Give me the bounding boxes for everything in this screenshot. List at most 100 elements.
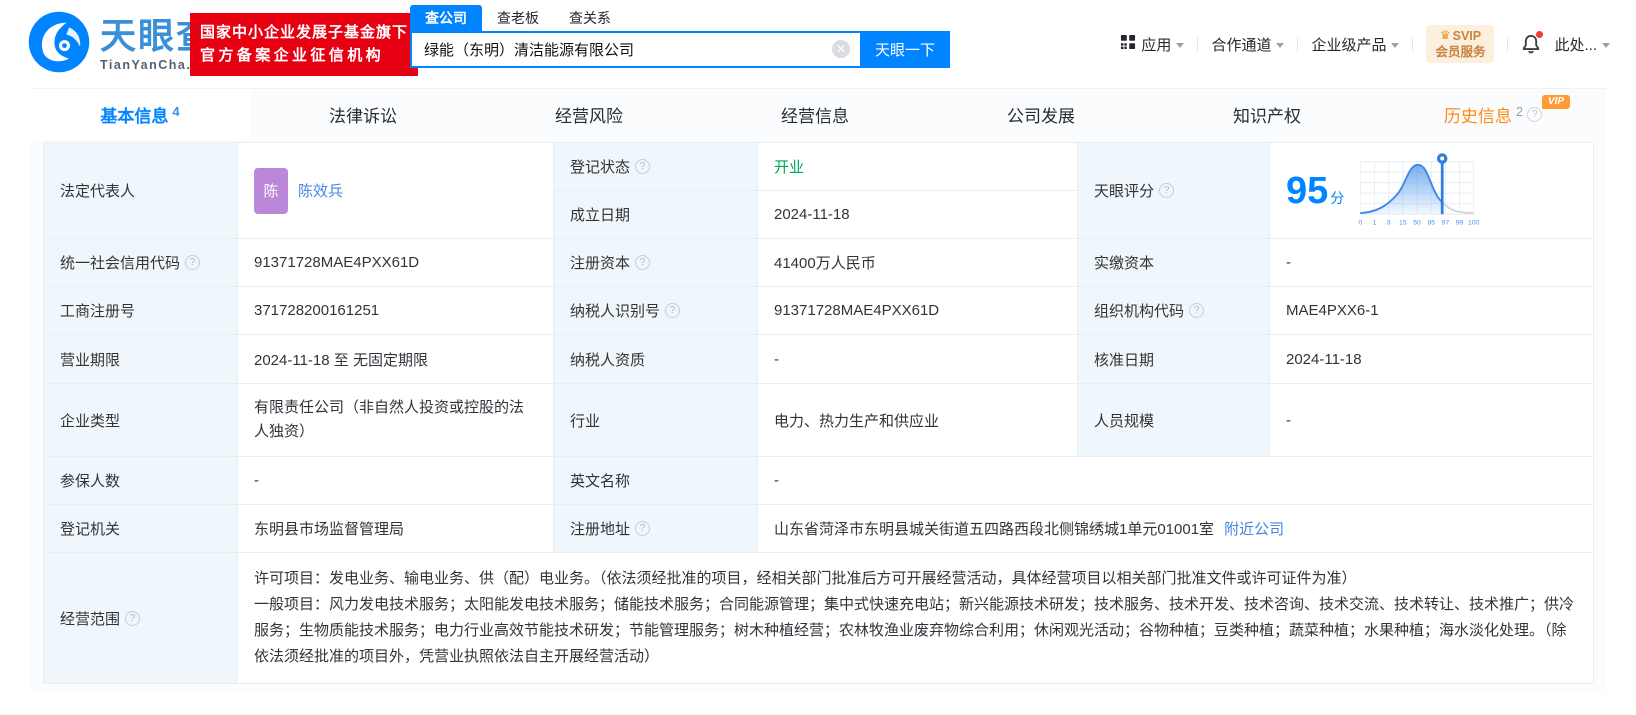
nav-user-menu[interactable]: 此处... — [1554, 34, 1610, 55]
help-icon[interactable] — [635, 521, 651, 536]
search-tab-boss[interactable]: 查老板 — [482, 5, 554, 31]
help-icon[interactable] — [1527, 107, 1543, 122]
tab-intellectual-property[interactable]: 知识产权 — [1154, 89, 1380, 140]
tab-label: 历史信息 — [1443, 107, 1512, 126]
tab-count: 4 — [172, 104, 180, 119]
field-value-taxpayer-quali: - — [758, 335, 1078, 384]
help-icon[interactable] — [635, 159, 651, 174]
tab-basic-info[interactable]: 基本信息 4 — [30, 89, 250, 140]
tab-label: 经营风险 — [555, 107, 623, 126]
label-text: 行业 — [570, 412, 601, 430]
field-value-score: 95 分 0 1 3 15 50 85 97 99 100 — [1270, 143, 1594, 239]
clear-search-icon[interactable]: ✕ — [832, 40, 850, 58]
tab-label: 公司发展 — [1007, 107, 1075, 126]
field-value-est-date: 2024-11-18 — [758, 191, 1078, 239]
nav-partner-channel[interactable]: 合作通道 — [1211, 34, 1285, 55]
help-icon[interactable] — [1159, 183, 1175, 198]
tab-company-development[interactable]: 公司发展 — [928, 89, 1154, 140]
field-label-company-type: 企业类型 — [44, 384, 238, 457]
field-label-legal-rep: 法定代表人 — [44, 143, 238, 239]
label-text: 注册资本 — [570, 255, 631, 272]
label-text: 实缴资本 — [1094, 255, 1155, 272]
top-header: 天眼查 TianYanCha.com 国家中小企业发展子基金旗下 官方备案企业征… — [0, 0, 1636, 88]
field-value-reg-capital: 41400万人民币 — [758, 239, 1078, 287]
label-text: 企业类型 — [60, 412, 121, 430]
label-text: 注册地址 — [570, 521, 631, 538]
label-text: 核准日期 — [1094, 351, 1155, 369]
scope-text: 许可项目：发电业务、输电业务、供（配）电业务。（依法须经批准的项目，经相关部门批… — [254, 570, 1575, 665]
tab-business-risk[interactable]: 经营风险 — [476, 89, 702, 140]
svip-service-label: 会员服务 — [1435, 45, 1486, 59]
label-text: 统一社会信用代码 — [60, 255, 181, 272]
nav-apps[interactable]: 应用 — [1120, 34, 1185, 55]
help-icon[interactable] — [635, 255, 651, 270]
search-button[interactable]: 天眼一下 — [860, 31, 950, 68]
section-tabbar: 基本信息 4 法律诉讼 经营风险 经营信息 公司发展 知识产权 VIP 历史信息… — [30, 88, 1606, 140]
value-text: - — [254, 472, 259, 489]
svg-text:85: 85 — [1428, 219, 1436, 226]
svg-text:0: 0 — [1359, 219, 1363, 226]
field-value-legal-rep: 陈 陈效兵 — [238, 143, 554, 239]
nav-enterprise-label: 企业级产品 — [1311, 36, 1387, 54]
value-text: 有限责任公司（非自然人投资或控股的法人独资） — [254, 399, 525, 440]
label-text: 天眼评分 — [1094, 183, 1155, 200]
legal-rep-link[interactable]: 陈效兵 — [298, 180, 343, 201]
field-value-credit-code: 91371728MAE4PXX61D — [238, 239, 554, 287]
field-label-english-name: 英文名称 — [554, 457, 758, 505]
help-icon[interactable] — [185, 255, 201, 270]
score-distribution-chart: 0 1 3 15 50 85 97 99 100 — [1354, 149, 1480, 233]
search-tab-company[interactable]: 查公司 — [410, 5, 482, 31]
value-text: 371728200161251 — [254, 302, 380, 319]
notification-dot — [1536, 30, 1544, 38]
search-input[interactable] — [410, 31, 860, 68]
svg-text:1: 1 — [1373, 219, 1377, 226]
search-tab-relation[interactable]: 查关系 — [554, 5, 626, 31]
field-value-taxpayer-id: 91371728MAE4PXX61D — [758, 287, 1078, 335]
field-label-org-code: 组织机构代码 — [1078, 287, 1270, 335]
value-text: 2024-11-18 至 无固定期限 — [254, 351, 428, 369]
status-badge: 开业 — [774, 159, 805, 176]
tab-label: 法律诉讼 — [329, 107, 397, 126]
nav-apps-label: 应用 — [1141, 36, 1172, 54]
field-value-business-term: 2024-11-18 至 无固定期限 — [238, 335, 554, 384]
label-text: 参保人数 — [60, 473, 121, 490]
divider — [1297, 36, 1299, 52]
field-label-insured-count: 参保人数 — [44, 457, 238, 505]
tab-legal-proceedings[interactable]: 法律诉讼 — [250, 89, 476, 140]
divider — [1507, 36, 1509, 52]
legal-rep-avatar[interactable]: 陈 — [254, 167, 288, 214]
field-value-registry: 东明县市场监督管理局 — [238, 505, 554, 553]
tab-business-info[interactable]: 经营信息 — [702, 89, 928, 140]
value-text: 41400万人民币 — [774, 255, 876, 272]
field-value-staff-size: - — [1270, 384, 1594, 457]
tab-history-info[interactable]: VIP 历史信息 2 — [1380, 89, 1606, 140]
svip-member-badge[interactable]: ♛ SVIP 会员服务 — [1426, 24, 1495, 64]
field-label-registry: 登记机关 — [44, 505, 238, 553]
field-label-reg-number: 工商注册号 — [44, 287, 238, 335]
nav-enterprise-products[interactable]: 企业级产品 — [1311, 34, 1400, 55]
help-icon[interactable] — [1189, 303, 1205, 318]
value-text: 东明县市场监督管理局 — [254, 521, 405, 538]
value-text: - — [1286, 254, 1291, 271]
help-icon[interactable] — [125, 610, 141, 626]
search-tabs: 查公司 查老板 查关系 — [410, 4, 950, 31]
value-text: 91371728MAE4PXX61D — [774, 302, 940, 319]
label-text: 登记机关 — [60, 521, 121, 538]
field-value-business-scope: 许可项目：发电业务、输电业务、供（配）电业务。（依法须经批准的项目，经相关部门批… — [238, 553, 1594, 684]
score-value: 95 — [1286, 169, 1329, 212]
notifications-bell-icon[interactable] — [1521, 30, 1544, 55]
label-text: 纳税人识别号 — [570, 303, 661, 320]
label-text: 工商注册号 — [60, 303, 136, 320]
value-text: 电力、热力生产和供应业 — [774, 412, 940, 430]
help-icon[interactable] — [665, 303, 681, 318]
value-text: 2024-11-18 — [1286, 350, 1362, 368]
field-label-business-term: 营业期限 — [44, 335, 238, 384]
field-label-reg-capital: 注册资本 — [554, 239, 758, 287]
field-value-company-type: 有限责任公司（非自然人投资或控股的法人独资） — [238, 384, 554, 457]
label-text: 登记状态 — [570, 159, 631, 176]
tab-label: 基本信息 — [100, 107, 169, 126]
vip-badge: VIP — [1541, 95, 1570, 109]
label-text: 法定代表人 — [60, 183, 136, 200]
nearby-companies-link[interactable]: 附近公司 — [1224, 518, 1284, 539]
field-label-approval-date: 核准日期 — [1078, 335, 1270, 384]
